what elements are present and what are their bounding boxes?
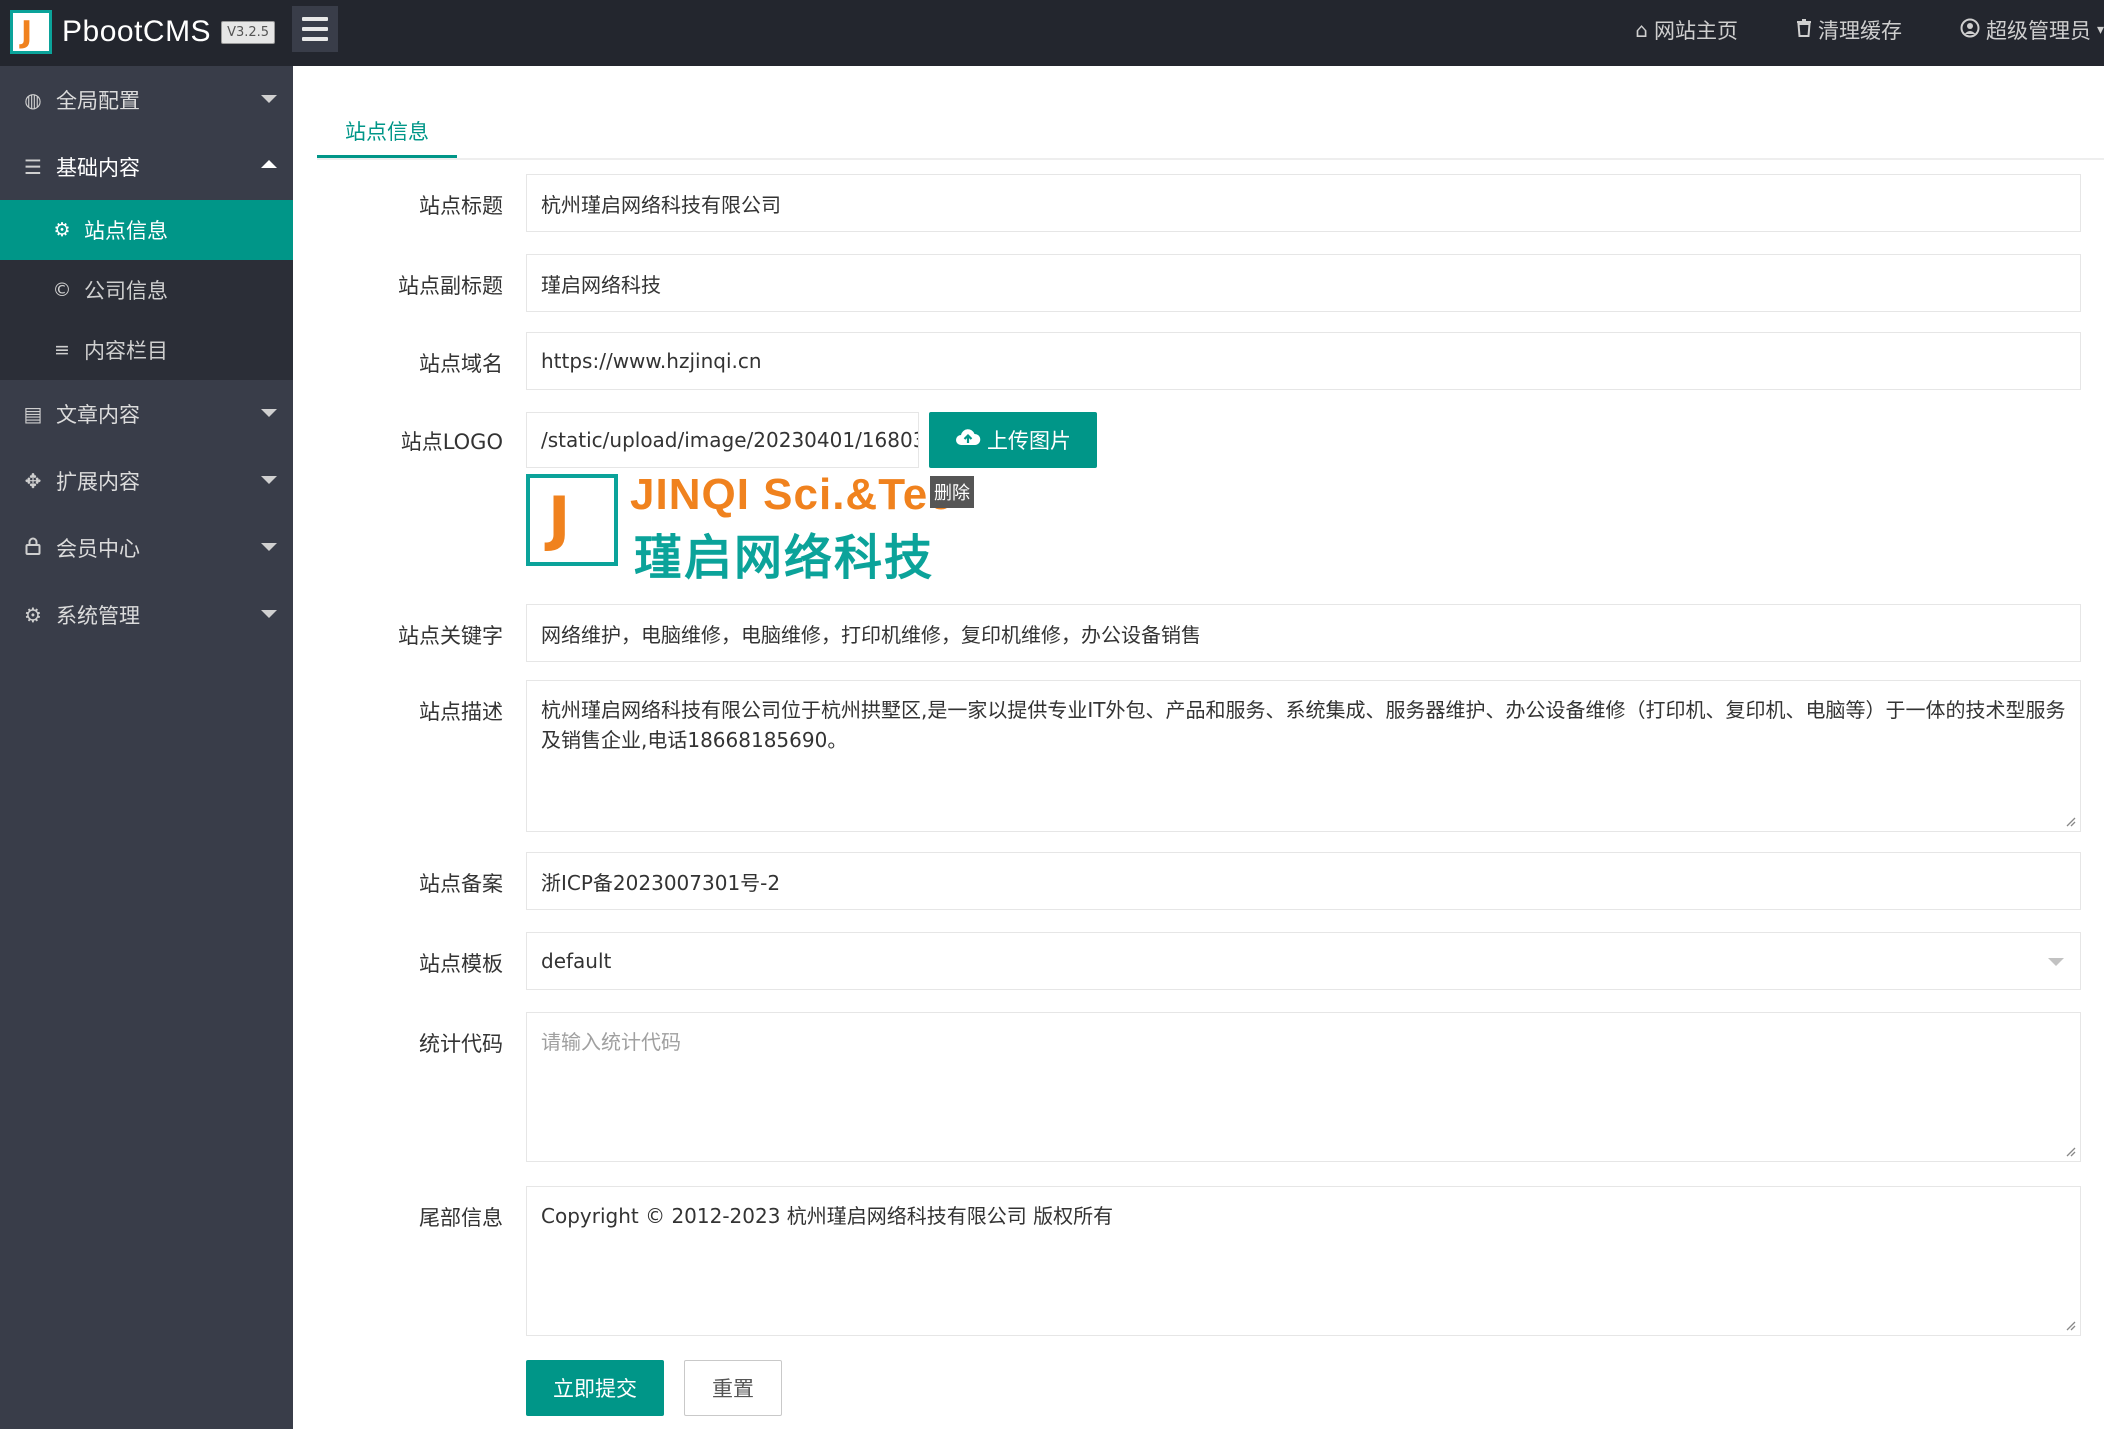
caret-down-icon	[261, 476, 277, 484]
sidebar-subitem-site-info[interactable]: ⚙ 站点信息	[0, 200, 293, 260]
resize-handle-icon[interactable]	[2064, 1145, 2076, 1157]
cloud-upload-icon	[955, 427, 981, 453]
field-label: 站点关键字	[398, 624, 503, 648]
upload-image-button[interactable]: 上传图片	[929, 412, 1097, 468]
nav-clear-cache[interactable]: 清理缓存	[1796, 15, 1902, 45]
chevron-down-icon: ▾	[2096, 22, 2104, 38]
brand-name: PbootCMS	[62, 15, 212, 48]
field-label: 站点描述	[419, 700, 503, 724]
sidebar-item-extended-content[interactable]: ✥ 扩展内容	[0, 447, 293, 514]
site-domain-input[interactable]: https://www.hzjinqi.cn	[526, 332, 2081, 390]
sidebar-item-label: 全局配置	[56, 88, 140, 113]
logo-preview-cn: 瑾启网络科技	[634, 530, 935, 586]
submit-button[interactable]: 立即提交	[526, 1360, 664, 1416]
field-label: 站点标题	[419, 194, 503, 218]
tab-site-info[interactable]: 站点信息	[317, 106, 457, 158]
field-label: 站点副标题	[398, 274, 503, 298]
sidebar-item-label: 基础内容	[56, 155, 140, 180]
site-icp-input[interactable]: 浙ICP备2023007301号-2	[526, 852, 2081, 910]
sidebar: ◍ 全局配置 ☰ 基础内容 ⚙ 站点信息 © 公司信息 ≡ 内容栏目 ▤ 文章内…	[0, 66, 293, 1429]
select-value: default	[541, 949, 612, 973]
site-description-textarea[interactable]: 杭州瑾启网络科技有限公司位于杭州拱墅区,是一家以提供专业IT外包、产品和服务、系…	[526, 680, 2081, 832]
top-nav: ⌂ 网站主页 清理缓存 超级管理员 ▾	[1577, 0, 2104, 60]
caret-down-icon	[261, 543, 277, 551]
sidebar-item-basic-content[interactable]: ☰ 基础内容	[0, 133, 293, 200]
sidebar-item-article-content[interactable]: ▤ 文章内容	[0, 380, 293, 447]
site-template-select[interactable]: default	[526, 932, 2081, 990]
sidebar-item-system-management[interactable]: ⚙ 系统管理	[0, 581, 293, 648]
caret-down-icon	[261, 610, 277, 618]
resize-handle-icon[interactable]	[2064, 815, 2076, 827]
field-label: 站点备案	[419, 872, 503, 896]
brand-logo[interactable]: J PbootCMS V3.2.5	[10, 7, 276, 57]
sidebar-item-global-config[interactable]: ◍ 全局配置	[0, 66, 293, 133]
logo-preview-image: J JINQI Sci.&Tec 瑾启网络科技	[526, 470, 970, 586]
footer-info-textarea[interactable]: Copyright © 2012-2023 杭州瑾启网络科技有限公司 版权所有	[526, 1186, 2081, 1336]
hamburger-icon-bar	[302, 27, 328, 31]
sidebar-subitem-label: 站点信息	[84, 219, 168, 243]
site-subtitle-input[interactable]: 瑾启网络科技	[526, 254, 2081, 312]
upload-button-label: 上传图片	[987, 429, 1071, 453]
sidebar-item-member-center[interactable]: 会员中心	[0, 514, 293, 581]
field-label: 站点域名	[419, 352, 503, 376]
sidebar-subitem-label: 公司信息	[84, 279, 168, 303]
nav-user-menu[interactable]: 超级管理员 ▾	[1960, 15, 2104, 45]
gear-icon: ⚙	[53, 219, 71, 241]
hamburger-icon-bar	[302, 37, 328, 41]
version-badge: V3.2.5	[221, 20, 276, 44]
sidebar-item-label: 会员中心	[56, 536, 140, 561]
nav-label: 超级管理员	[1985, 19, 2091, 43]
reset-button[interactable]: 重置	[684, 1360, 782, 1416]
gear-icon: ⚙	[24, 602, 42, 627]
caret-down-icon	[261, 95, 277, 103]
sidebar-item-label: 文章内容	[56, 402, 140, 427]
sidebar-item-label: 系统管理	[56, 603, 140, 628]
site-logo-path-input[interactable]: /static/upload/image/20230401/1680321	[526, 412, 919, 468]
hamburger-icon-bar	[302, 17, 328, 21]
bars-icon: ≡	[54, 339, 70, 361]
main-content: 站点信息 站点标题 杭州瑾启网络科技有限公司 站点副标题 瑾启网络科技 站点域名…	[293, 66, 2104, 1429]
stats-code-textarea[interactable]: 请输入统计代码	[526, 1012, 2081, 1162]
site-title-input[interactable]: 杭州瑾启网络科技有限公司	[526, 174, 2081, 232]
field-label: 尾部信息	[419, 1206, 503, 1230]
textarea-placeholder: 请输入统计代码	[541, 1030, 681, 1054]
sidebar-subitem-company-info[interactable]: © 公司信息	[0, 260, 293, 320]
nav-label: 网站主页	[1653, 19, 1738, 43]
field-label: 站点模板	[419, 952, 503, 976]
copyright-icon: ©	[52, 279, 72, 301]
sidebar-subitem-label: 内容栏目	[84, 339, 168, 363]
sliders-icon: ☰	[24, 154, 42, 179]
nav-label: 清理缓存	[1817, 19, 1902, 43]
logo-mark-icon: J	[526, 474, 618, 566]
field-label: 统计代码	[419, 1032, 503, 1056]
lock-icon	[22, 536, 44, 560]
arrows-expand-icon: ✥	[24, 468, 42, 493]
globe-icon: ◍	[24, 87, 42, 112]
chevron-down-icon	[2048, 958, 2064, 966]
textarea-value: 杭州瑾启网络科技有限公司位于杭州拱墅区,是一家以提供专业IT外包、产品和服务、系…	[541, 698, 2066, 752]
home-icon: ⌂	[1635, 18, 1648, 42]
sidebar-item-label: 扩展内容	[56, 469, 140, 494]
tab-bar: 站点信息	[317, 106, 2104, 160]
caret-down-icon	[261, 409, 277, 417]
file-text-icon: ▤	[23, 401, 43, 426]
logo-preview-en: JINQI Sci.&Tec	[630, 470, 954, 519]
trash-icon	[1796, 18, 1812, 42]
textarea-value: Copyright © 2012-2023 杭州瑾启网络科技有限公司 版权所有	[541, 1204, 1114, 1228]
user-circle-icon	[1960, 18, 1980, 43]
sidebar-subitem-content-columns[interactable]: ≡ 内容栏目	[0, 320, 293, 380]
sidebar-submenu: ⚙ 站点信息 © 公司信息 ≡ 内容栏目	[0, 200, 293, 380]
caret-up-icon	[261, 160, 277, 168]
field-label: 站点LOGO	[400, 430, 503, 454]
top-header: J PbootCMS V3.2.5 ⌂ 网站主页 清理缓存 超级管理员 ▾	[0, 0, 2104, 66]
nav-site-home[interactable]: ⌂ 网站主页	[1635, 15, 1738, 45]
site-keywords-input[interactable]: 网络维护，电脑维修，电脑维修，打印机维修，复印机维修，办公设备销售	[526, 604, 2081, 662]
logo-mark-icon: J	[10, 10, 52, 54]
sidebar-toggle-button[interactable]	[292, 6, 338, 52]
resize-handle-icon[interactable]	[2064, 1319, 2076, 1331]
delete-logo-button[interactable]: 删除	[930, 476, 974, 508]
